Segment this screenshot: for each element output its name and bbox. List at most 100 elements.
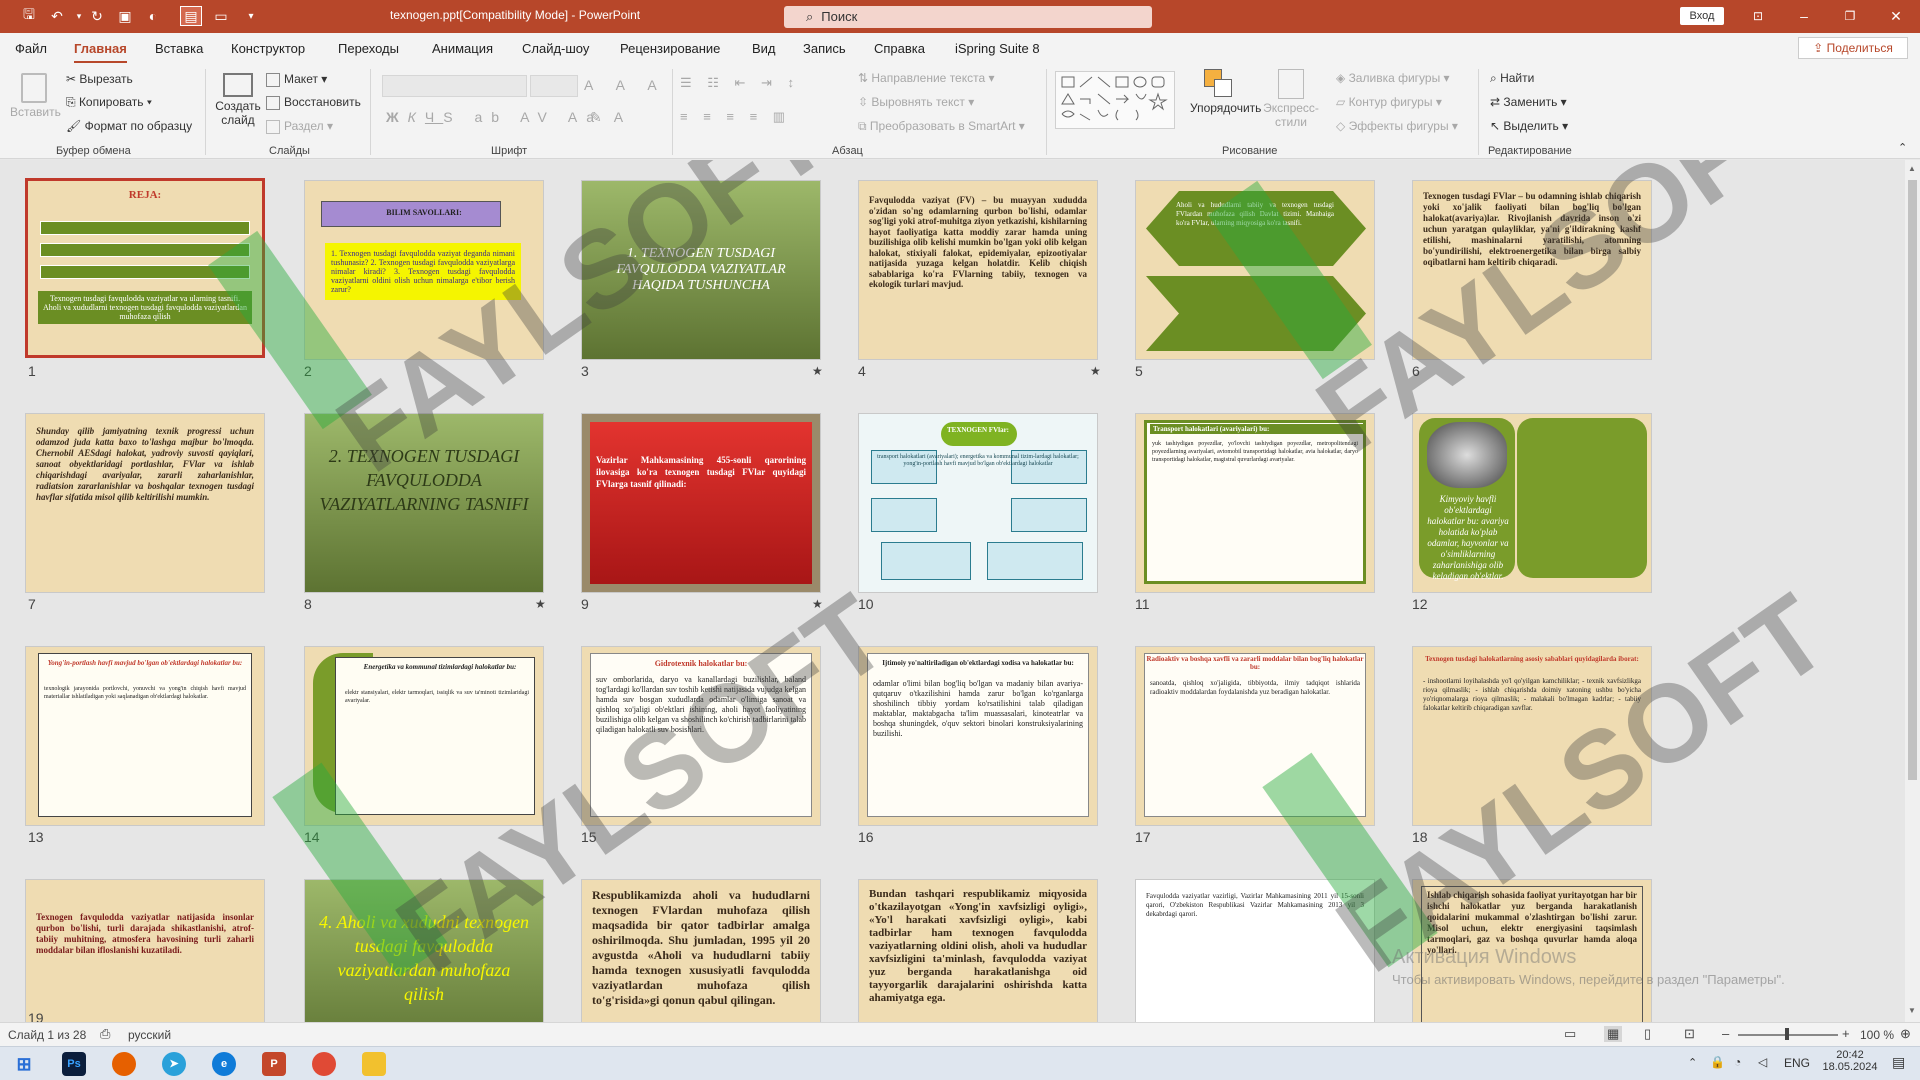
slide-sorter-icon[interactable]: ▤ [180,6,202,26]
text-direction-button[interactable]: ⇅ Направление текста ▾ [858,71,995,85]
font-size-buttons[interactable]: A A A [584,77,667,93]
tab-insert[interactable]: Вставка [155,41,203,56]
slide-thumbnail[interactable]: BILIM SAVOLLARI: 1. Texnogen tusdagi fav… [304,180,544,360]
zoom-in-icon[interactable]: + [1842,1026,1850,1041]
slide-thumbnail[interactable]: Bundan tashqari respublikamiz miqyosida … [858,879,1098,1022]
font-name-box[interactable] [382,75,527,97]
close-button[interactable]: ✕ [1873,4,1919,28]
tab-animations[interactable]: Анимация [432,41,493,56]
slide-thumbnail[interactable]: Yong'in-portlash havfi mavjud bo'lgan ob… [25,646,265,826]
shape-outline-button[interactable]: ▱ Контур фигуры ▾ [1336,95,1442,109]
slide-thumbnail[interactable]: Radioaktiv va boshqa xavfli va zararli m… [1135,646,1375,826]
slide-thumbnail[interactable]: 4. Aholi va xududni texnogen tusdagi fav… [304,879,544,1022]
slide-thumbnail[interactable]: Texnogen tusdagi halokatlarning asosiy s… [1412,646,1652,826]
edge-icon[interactable]: e [212,1052,236,1076]
quick-styles-button[interactable]: Экспресс-стили [1262,69,1320,129]
redo-icon[interactable]: ↻ [86,6,108,26]
format-painter-button[interactable]: 🖌 Формат по образцу [66,119,192,133]
clock[interactable]: 20:42 18.05.2024 [1820,1049,1880,1073]
font-style-buttons[interactable]: ЖКЧS ab AV Aa [386,109,603,125]
replace-button[interactable]: ⇄ Заменить ▾ [1490,95,1567,109]
cut-button[interactable]: ✂ Вырезать [66,72,133,86]
language-indicator[interactable]: русский [128,1028,171,1042]
paste-button[interactable]: Вставить [10,73,61,119]
slide-thumbnail[interactable]: Favqulodda vaziyatlar vazirligi, Vazirla… [1135,879,1375,1022]
volume-icon[interactable]: ◁ [1758,1055,1767,1069]
photoshop-icon[interactable]: Ps [62,1052,86,1076]
shapes-gallery[interactable] [1055,71,1175,129]
shape-effects-button[interactable]: ◇ Эффекты фигуры ▾ [1336,119,1458,133]
tray-overflow-icon[interactable]: ⌃ [1688,1056,1697,1069]
powerpoint-icon[interactable]: P [262,1052,286,1076]
telegram-icon[interactable]: ➤ [162,1052,186,1076]
zoom-slider-thumb[interactable] [1785,1028,1789,1040]
tab-review[interactable]: Рецензирование [620,41,720,56]
smartart-button[interactable]: ⧉ Преобразовать в SmartArt ▾ [858,119,1025,134]
slide-thumbnail[interactable]: Ijtimoiy yo'naltiriladigan ob'ektlardagi… [858,646,1098,826]
slide-thumbnail[interactable]: Transport halokatlari (avariyalari) bu: … [1135,413,1375,593]
layout-button[interactable]: Макет ▾ [266,72,327,87]
start-presentation-icon[interactable]: ▣ [114,6,136,26]
slide-thumbnail[interactable]: Energetika va kommunal tizimlardagi halo… [304,646,544,826]
normal-view-icon[interactable]: ▭ [1564,1026,1576,1042]
search-box[interactable]: ⌕ Поиск [784,6,1152,28]
tray-app-icon[interactable]: 🔒 [1710,1055,1725,1069]
new-slide-button[interactable]: Создать слайд [214,73,262,127]
scroll-up-icon[interactable]: ▲ [1908,164,1916,173]
minimize-button[interactable]: – [1781,4,1827,28]
notifications-icon[interactable]: ▤ [1892,1054,1905,1071]
signin-button[interactable]: Вход [1680,7,1724,25]
chrome-icon[interactable] [312,1052,336,1076]
record-icon[interactable]: ◐ [142,6,164,26]
save-icon[interactable]: 🖫 [18,6,40,26]
customize-toolbar-icon[interactable]: ▾ [240,6,262,26]
tab-design[interactable]: Конструктор [231,41,305,56]
share-button[interactable]: ⇪ Поделиться [1798,37,1908,59]
select-button[interactable]: ↖ Выделить ▾ [1490,119,1568,133]
wifi-icon[interactable]: ◔ [1734,1055,1741,1069]
slide-thumbnail[interactable]: Kimyoviy havfli ob'ektlardagi halokatlar… [1412,413,1652,593]
windows-start-icon[interactable]: ⊞ [12,1052,36,1076]
firefox-icon[interactable] [112,1052,136,1076]
shape-fill-button[interactable]: ◈ Заливка фигуры ▾ [1336,71,1450,85]
tab-record[interactable]: Запись [803,41,846,56]
file-explorer-icon[interactable] [362,1052,386,1076]
tab-transitions[interactable]: Переходы [338,41,399,56]
reading-view-icon[interactable]: ▯ [1644,1026,1651,1042]
slide-thumbnail[interactable]: REJA: Texnogen tusdagi favqulodda vaziya… [25,178,265,358]
tab-view[interactable]: Вид [752,41,776,56]
tab-ispring[interactable]: iSpring Suite 8 [955,41,1040,56]
slide-thumbnail[interactable]: Respublikamizda aholi va hududlarni texn… [581,879,821,1022]
section-button[interactable]: Раздел ▾ [266,119,333,134]
undo-icon[interactable]: ↶ [46,6,68,26]
vertical-scrollbar[interactable]: ▲ ▼ [1905,160,1920,1022]
align-text-button[interactable]: ⇳ Выровнять текст ▾ [858,95,974,109]
list-buttons[interactable]: ☰ ☷ ⇤ ⇥ ↕ [680,75,800,91]
scrollbar-thumb[interactable] [1908,180,1917,780]
slide-thumbnail[interactable]: TEXNOGEN FVlar: transport halokatlari (a… [858,413,1098,593]
scroll-down-icon[interactable]: ▼ [1908,1006,1916,1015]
zoom-level[interactable]: 100 % [1860,1028,1894,1042]
slideshow-view-icon[interactable]: ⊡ [1684,1026,1695,1042]
find-button[interactable]: ⌕ Найти [1490,71,1534,86]
slide-thumbnail[interactable]: Gidrotexnik halokatlar bu: suv omborlari… [581,646,821,826]
tab-home[interactable]: Главная [74,41,127,64]
collapse-ribbon-icon[interactable]: ⌃ [1898,141,1907,154]
slide-thumbnail[interactable]: Aholi va hududlarni tabiiy va texnogen t… [1135,180,1375,360]
slide-thumbnail[interactable]: 1. TEXNOGEN TUSDAGI FAVQULODDA VAZIYATLA… [581,180,821,360]
input-language[interactable]: ENG [1784,1056,1810,1070]
zoom-out-icon[interactable]: – [1722,1026,1729,1041]
accessibility-icon[interactable]: ⎙ [100,1026,110,1042]
restore-button[interactable]: ❐ [1827,4,1873,28]
ribbon-display-icon[interactable]: ⊡ [1735,4,1781,28]
tab-help[interactable]: Справка [874,41,925,56]
tab-slideshow[interactable]: Слайд-шоу [522,41,589,56]
slide-thumbnail[interactable]: Vazirlar Mahkamasining 455-sonli qarorin… [581,413,821,593]
copy-button[interactable]: ⎘ Копировать ▾ [66,95,152,110]
font-color-buttons[interactable]: ✎A [590,109,635,126]
slide-thumbnail[interactable]: 2. TEXNOGEN TUSDAGI FAVQULODDA VAZIYATLA… [304,413,544,593]
slide-sorter-view-icon[interactable]: ▦ [1604,1026,1623,1042]
slide-thumbnail[interactable]: Shunday qilib jamiyatning texnik progres… [25,413,265,593]
slide-thumbnail[interactable]: Favqulodda vaziyat (FV) – bu muayyan xud… [858,180,1098,360]
slide-thumbnail[interactable]: Texnogen tusdagi FVlar – bu odamning ish… [1412,180,1652,360]
